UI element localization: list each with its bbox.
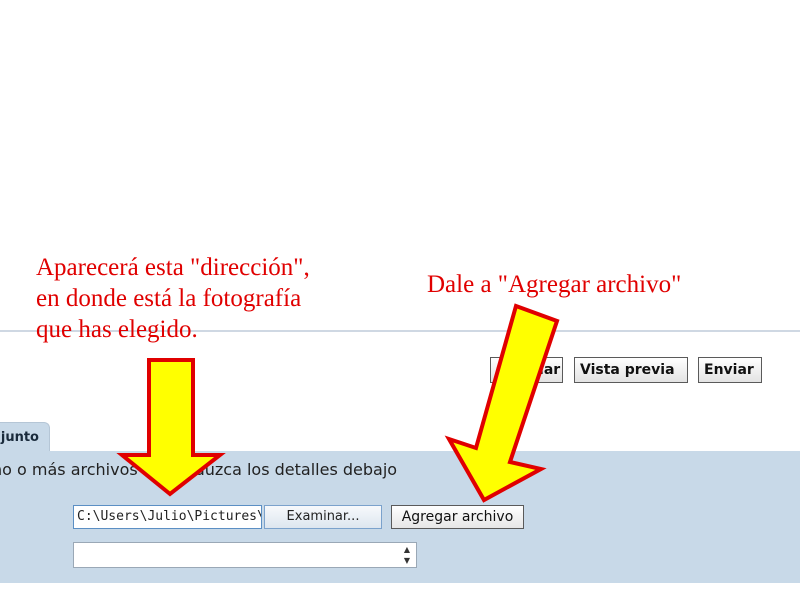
annotation-left-line-3: que has elegido. — [36, 316, 198, 343]
screenshot-stage: Guardar Vista previa Enviar junto no o m… — [0, 0, 800, 600]
annotation-left: Aparecerá esta "dirección", en donde est… — [36, 252, 310, 345]
annotation-left-line-2: en donde está la fotografía — [36, 285, 302, 312]
annotation-right: Dale a "Agregar archivo" — [427, 271, 682, 298]
diagonal-arrow-icon — [444, 303, 560, 503]
down-arrow-icon — [116, 358, 226, 497]
annotation-left-line-1: Aparecerá esta "dirección", — [36, 254, 310, 281]
